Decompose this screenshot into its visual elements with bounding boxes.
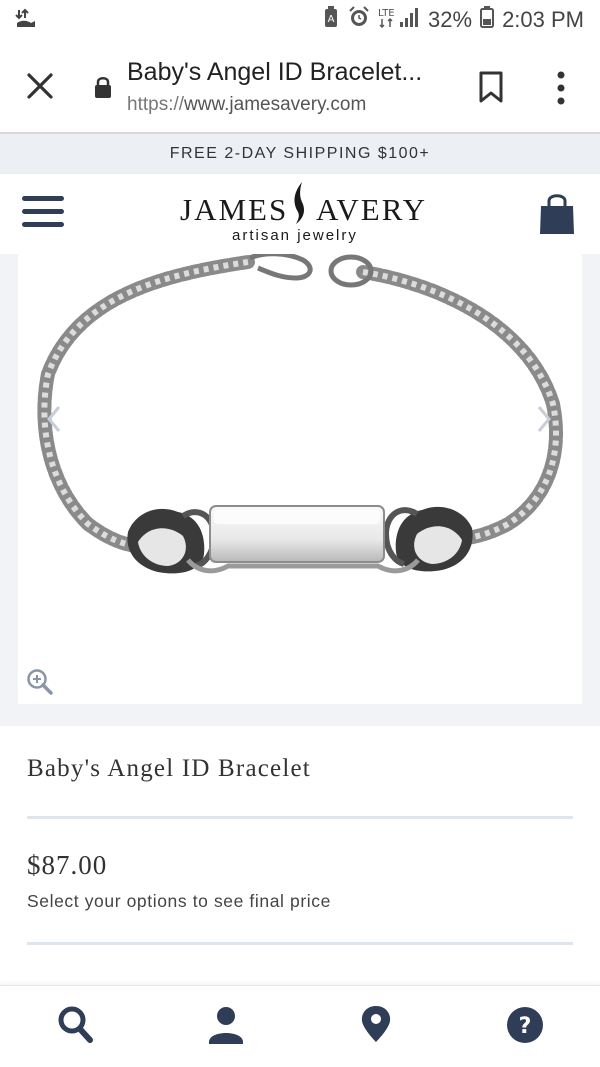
battery-icon bbox=[480, 6, 495, 34]
flame-logo-icon bbox=[294, 182, 304, 224]
chevron-right-icon bbox=[537, 406, 551, 432]
hamburger-icon bbox=[22, 196, 64, 227]
logo-word-avery: AVERY bbox=[316, 192, 428, 227]
status-bar: A LTE 32% 2:03 PM bbox=[0, 0, 600, 38]
lte-signal-icon: LTE bbox=[378, 5, 420, 35]
close-tab-button[interactable] bbox=[22, 68, 58, 104]
shopping-bag-icon bbox=[540, 194, 574, 234]
account-icon bbox=[209, 1007, 243, 1044]
gallery-image-frame[interactable] bbox=[18, 254, 582, 704]
location-icon bbox=[361, 1006, 391, 1042]
lock-icon bbox=[94, 76, 112, 98]
zoom-button[interactable] bbox=[26, 668, 54, 696]
shipping-banner[interactable]: FREE 2-DAY SHIPPING $100+ bbox=[0, 134, 600, 174]
product-price: $87.00 bbox=[27, 850, 108, 880]
url-scheme: https:// bbox=[127, 94, 185, 115]
price-note: Select your options to see final price bbox=[27, 891, 331, 911]
search-icon bbox=[58, 1006, 93, 1043]
svg-text:A: A bbox=[328, 14, 335, 25]
zoom-in-icon bbox=[27, 669, 53, 695]
battery-saver-icon: A bbox=[322, 6, 340, 34]
svg-text:?: ? bbox=[519, 1014, 532, 1039]
svg-text:LTE: LTE bbox=[378, 8, 395, 19]
download-icon bbox=[14, 7, 38, 36]
brand-logo[interactable]: JAMES AVERY artisan jewelry bbox=[180, 182, 425, 246]
page-title: Baby's Angel ID Bracelet... bbox=[127, 58, 423, 86]
bookmark-button[interactable] bbox=[478, 70, 504, 104]
nav-search-button[interactable] bbox=[56, 1004, 96, 1046]
close-icon bbox=[27, 73, 53, 99]
divider bbox=[27, 942, 573, 945]
menu-button[interactable] bbox=[22, 196, 64, 232]
chevron-left-icon bbox=[47, 406, 61, 432]
clock-time: 2:03 PM bbox=[502, 7, 584, 32]
cart-button[interactable] bbox=[538, 192, 576, 236]
logo-word-james: JAMES bbox=[180, 192, 289, 227]
divider bbox=[27, 816, 573, 819]
nav-help-button[interactable]: ? bbox=[505, 1004, 545, 1046]
bottom-nav: ? bbox=[0, 985, 600, 1067]
battery-percent: 32% bbox=[428, 7, 473, 32]
alarm-icon bbox=[348, 6, 370, 34]
logo-tagline: artisan jewelry bbox=[232, 227, 358, 244]
nav-account-button[interactable] bbox=[206, 1004, 246, 1046]
bracelet-image bbox=[37, 254, 563, 574]
gallery-prev-button[interactable] bbox=[46, 404, 62, 434]
gallery-next-button[interactable] bbox=[536, 404, 552, 434]
browser-toolbar: Baby's Angel ID Bracelet... https://www.… bbox=[0, 38, 600, 134]
page-url[interactable]: https://www.jamesavery.com bbox=[127, 94, 366, 116]
nav-store-locator-button[interactable] bbox=[356, 1004, 396, 1046]
product-gallery bbox=[0, 254, 600, 726]
help-icon: ? bbox=[507, 1007, 543, 1043]
site-header: JAMES AVERY artisan jewelry bbox=[0, 174, 600, 254]
more-vert-icon bbox=[557, 71, 565, 105]
url-host: www.jamesavery.com bbox=[184, 94, 367, 115]
overflow-menu-button[interactable] bbox=[552, 70, 570, 106]
product-name: Baby's Angel ID Bracelet bbox=[27, 755, 311, 782]
bookmark-icon bbox=[479, 71, 503, 103]
